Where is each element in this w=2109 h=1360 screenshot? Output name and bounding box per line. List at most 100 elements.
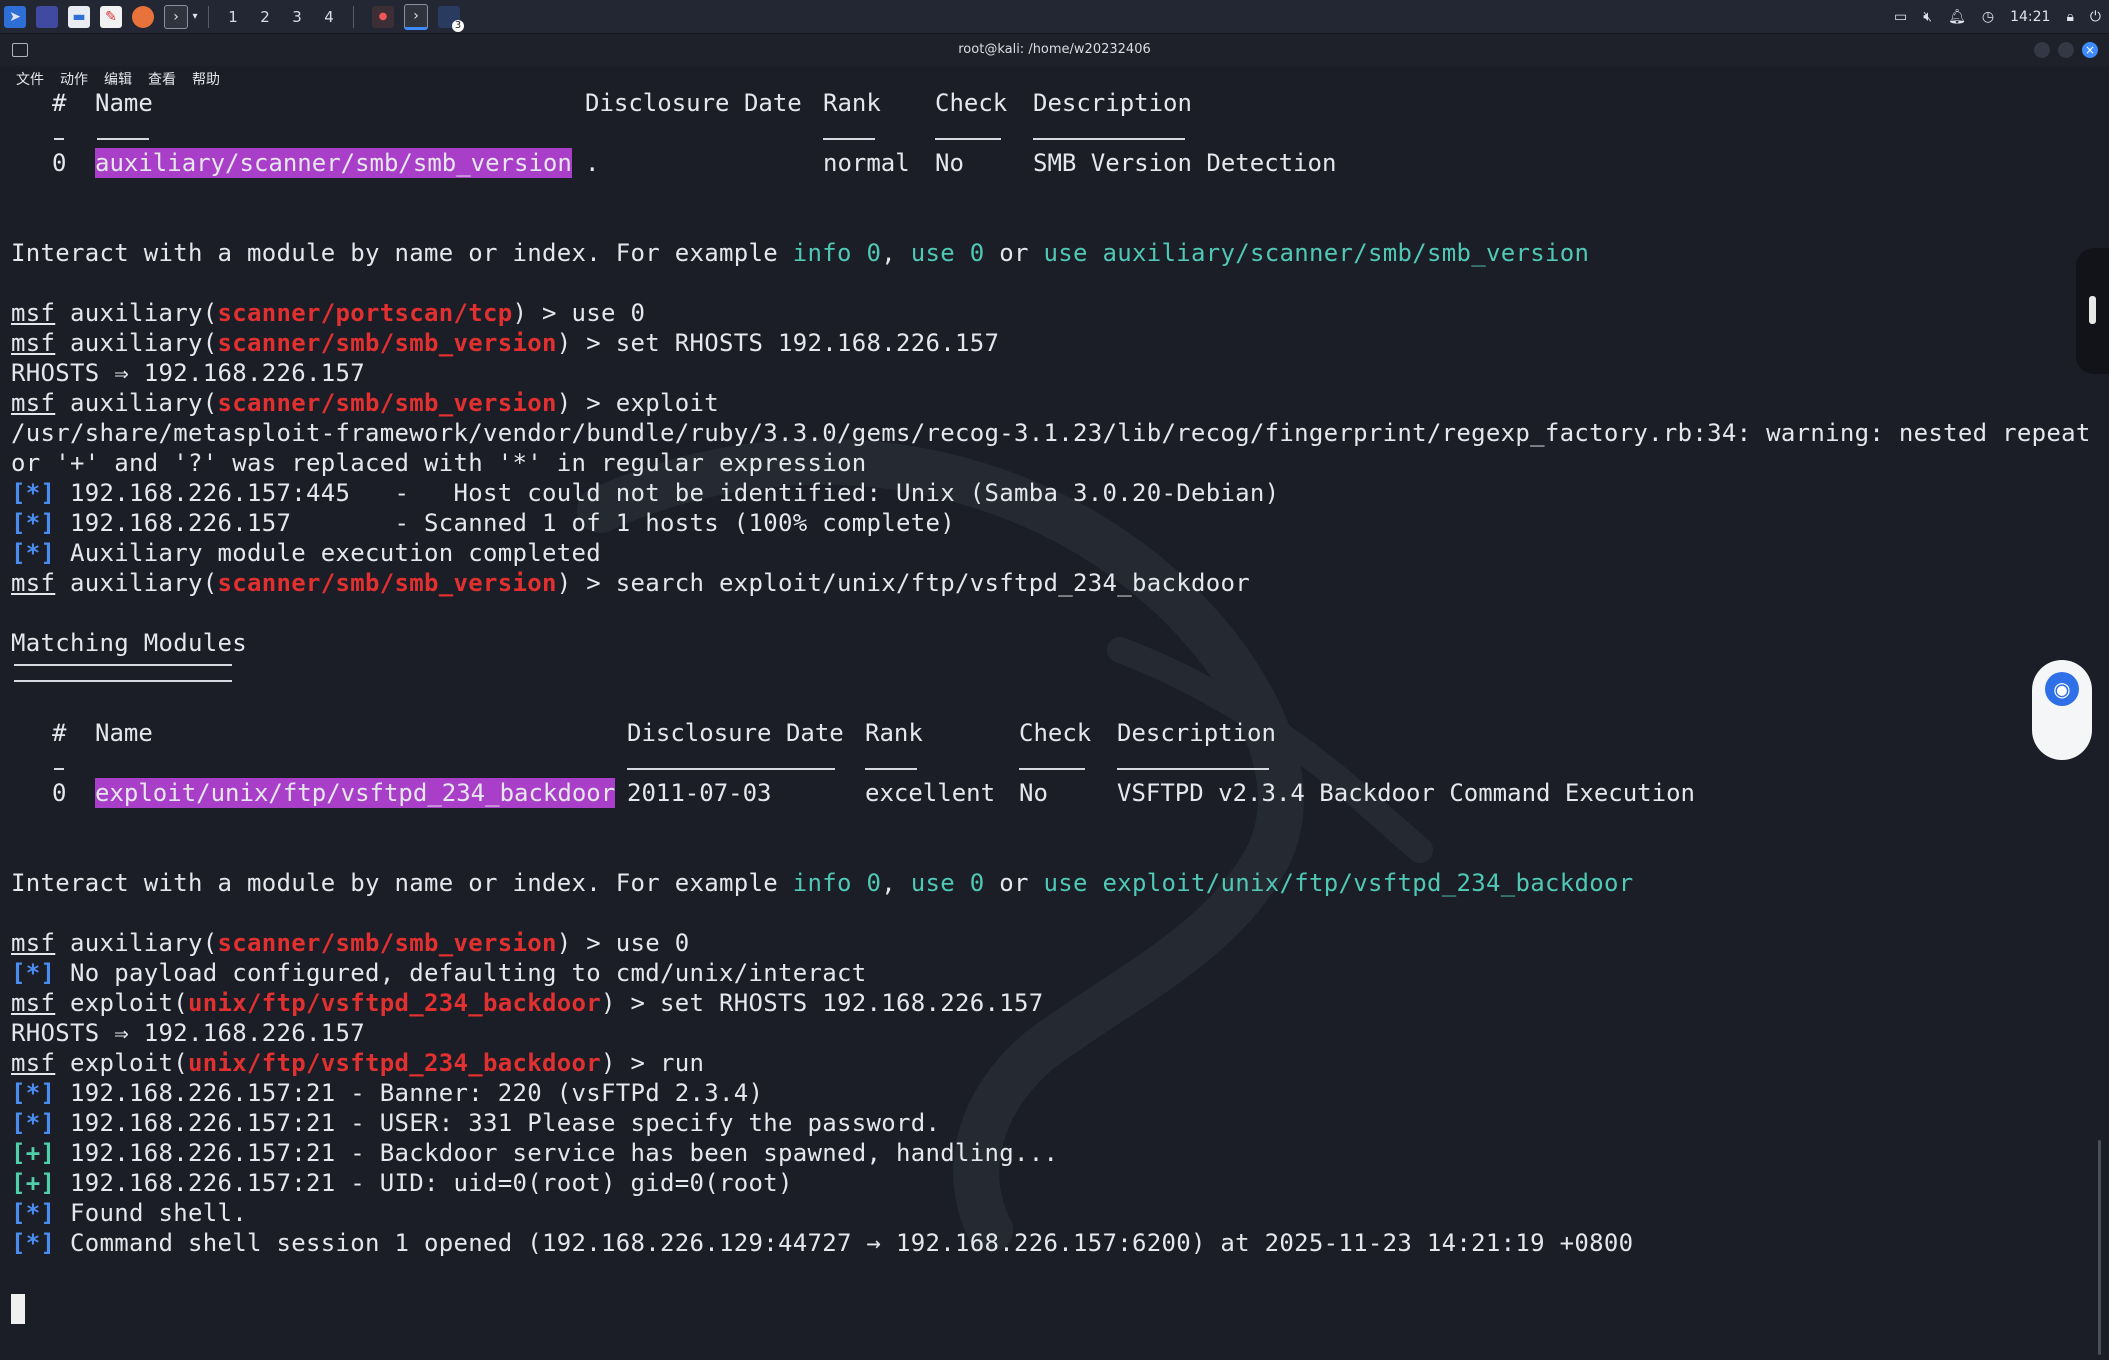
heading-rule: [14, 664, 232, 666]
output-line: [*] No payload configured, defaulting to…: [11, 959, 867, 987]
table1-rule: [1033, 138, 1185, 140]
prompt-line: msf exploit(unix/ftp/vsftpd_234_backdoor…: [11, 1049, 705, 1077]
output-line: [*] 192.168.226.157:445 - Host could not…: [11, 479, 1280, 507]
kali-menu-icon[interactable]: ➤: [4, 5, 26, 28]
app-task-icon[interactable]: ●: [372, 5, 394, 28]
heading-rule: [14, 680, 232, 682]
scrollbar[interactable]: [2098, 1140, 2101, 1355]
output-line: [*] Command shell session 1 opened (192.…: [11, 1229, 1634, 1257]
prompt-line: msf auxiliary(scanner/smb/smb_version) >…: [11, 569, 1250, 597]
table2-row-num: 0: [52, 779, 67, 807]
table2-rule: [1019, 768, 1085, 770]
top-panel: ➤ ▬ ✎ › ▾ 1 2 3 4 ● › 3 ▭ 🔇︎ 🔔︎ ◷ 14:21 …: [0, 0, 2109, 34]
maximize-button[interactable]: [2058, 42, 2074, 58]
table2-header-date: Disclosure Date: [627, 719, 844, 747]
table1-rule: [97, 138, 149, 140]
task-badge-icon[interactable]: 3: [438, 5, 464, 32]
table1-row-desc: SMB Version Detection: [1033, 149, 1337, 177]
desktop-icon[interactable]: [36, 5, 58, 28]
terminal-icon[interactable]: ›: [164, 4, 188, 29]
task-badge: 3: [452, 19, 464, 32]
clock-icon: ◷: [1981, 8, 1995, 25]
table2-rule: [627, 768, 835, 770]
table1-row-date: .: [585, 149, 600, 177]
table1-rule: [823, 138, 875, 140]
table2-rule: [1117, 768, 1269, 770]
table2-header-rank: Rank: [865, 719, 923, 747]
menu-edit[interactable]: 编辑: [96, 66, 140, 90]
matching-modules-heading: Matching Modules: [11, 629, 247, 657]
panel-separator: [208, 5, 209, 28]
assistant-icon[interactable]: ◉: [2045, 672, 2079, 706]
menu-view[interactable]: 查看: [140, 66, 184, 90]
menu-file[interactable]: 文件: [0, 66, 52, 90]
text-editor-icon[interactable]: ✎: [100, 5, 122, 28]
output-line: RHOSTS ⇒ 192.168.226.157: [11, 359, 365, 387]
power-icon[interactable]: ⏻: [2090, 9, 2101, 25]
table2-row-date: 2011-07-03: [627, 779, 772, 807]
chevron-down-icon[interactable]: ▾: [190, 6, 200, 28]
workspace-3[interactable]: 3: [281, 8, 313, 26]
window-titlebar[interactable]: root@kali: /home/w20232406 ×: [0, 34, 2109, 66]
prompt-line: msf auxiliary(scanner/smb/smb_version) >…: [11, 329, 1000, 357]
minimize-button[interactable]: [2034, 42, 2050, 58]
lock-icon[interactable]: 🔒︎: [2066, 9, 2073, 25]
table1-rule: [935, 138, 1001, 140]
table1-header-check: Check: [935, 90, 1008, 117]
output-line: RHOSTS ⇒ 192.168.226.157: [11, 1019, 365, 1047]
table2-header-desc: Description: [1117, 719, 1276, 747]
table1-row-num: 0: [52, 149, 67, 177]
table1-header-desc: Description: [1033, 90, 1192, 117]
table2-header-name: Name: [95, 719, 153, 747]
table2-row-desc: VSFTPD v2.3.4 Backdoor Command Execution: [1117, 779, 1695, 807]
prompt-line: msf auxiliary(scanner/smb/smb_version) >…: [11, 389, 719, 417]
system-tray: ▭ 🔇︎ 🔔︎ ◷ 14:21 🔒︎ ⏻: [1894, 0, 2101, 33]
table2-row-name: exploit/unix/ftp/vsftpd_234_backdoor: [95, 778, 616, 808]
clock[interactable]: 14:21: [2010, 9, 2050, 25]
table2-rule: [865, 768, 917, 770]
menu-actions[interactable]: 动作: [52, 66, 96, 90]
output-line: /usr/share/metasploit-framework/vendor/b…: [11, 419, 2090, 447]
mute-icon[interactable]: 🔇︎: [1923, 9, 1932, 25]
menu-help[interactable]: 帮助: [184, 66, 228, 90]
menu-bar: 文件 动作 编辑 查看 帮助: [0, 66, 2109, 90]
display-icon[interactable]: ▭: [1894, 9, 1907, 25]
terminal-cursor: [11, 1294, 25, 1324]
bell-icon[interactable]: 🔔︎: [1948, 9, 1966, 25]
table1-row-name: auxiliary/scanner/smb/smb_version: [95, 148, 572, 178]
output-line: [+] 192.168.226.157:21 - Backdoor servic…: [11, 1139, 1059, 1167]
table2-row-check: No: [1019, 779, 1048, 807]
output-line: [*] Auxiliary module execution completed: [11, 539, 601, 567]
terminal-output[interactable]: # Name Disclosure Date Rank Check Descri…: [0, 90, 2090, 1360]
output-line: [+] 192.168.226.157:21 - UID: uid=0(root…: [11, 1169, 793, 1197]
workspace-1[interactable]: 1: [217, 8, 249, 26]
workspace-2[interactable]: 2: [249, 8, 281, 26]
table1-row-rank: normal: [823, 149, 910, 177]
terminal-task-icon[interactable]: ›: [404, 3, 428, 30]
table1-header-num: #: [52, 90, 67, 117]
interact-hint-2: Interact with a module by name or index.…: [11, 869, 1634, 897]
prompt-line: msf auxiliary(scanner/smb/smb_version) >…: [11, 929, 690, 957]
workspace-4[interactable]: 4: [313, 8, 345, 26]
table2-header-check: Check: [1019, 719, 1092, 747]
table1-row-check: No: [935, 149, 964, 177]
table1-header-date: Disclosure Date: [585, 90, 802, 117]
output-line: [*] 192.168.226.157:21 - USER: 331 Pleas…: [11, 1109, 941, 1137]
window-title: root@kali: /home/w20232406: [958, 42, 1151, 57]
close-button[interactable]: ×: [2082, 42, 2098, 58]
prompt-line: msf auxiliary(scanner/portscan/tcp) > us…: [11, 299, 646, 327]
file-manager-icon[interactable]: ▬: [68, 5, 90, 28]
output-line: [*] 192.168.226.157 - Scanned 1 of 1 hos…: [11, 509, 955, 537]
table2-row-rank: excellent: [865, 779, 996, 807]
panel-separator: [353, 5, 354, 28]
side-handle-icon: [2089, 296, 2096, 324]
table1-header-rank: Rank: [823, 90, 881, 117]
table1-rule: [54, 138, 64, 140]
table2-rule: [54, 768, 64, 770]
table2-header-num: #: [52, 719, 67, 747]
output-line: or '+' and '?' was replaced with '*' in …: [11, 449, 867, 477]
prompt-line: msf exploit(unix/ftp/vsftpd_234_backdoor…: [11, 989, 1044, 1017]
output-line: [*] 192.168.226.157:21 - Banner: 220 (vs…: [11, 1079, 764, 1107]
output-line: [*] Found shell.: [11, 1199, 247, 1227]
firefox-icon[interactable]: [132, 5, 154, 28]
